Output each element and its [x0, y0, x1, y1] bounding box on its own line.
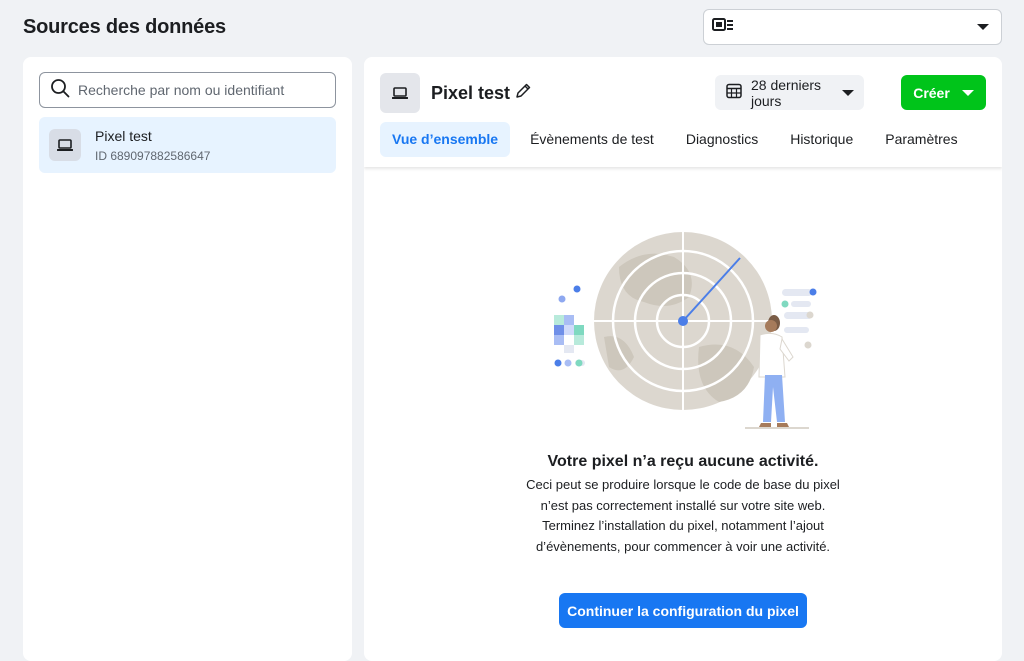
account-select[interactable]: [703, 9, 1002, 45]
tab-test-events[interactable]: Évènements de test: [518, 122, 666, 157]
pixel-tabs: Vue d’ensemble Évènements de test Diagno…: [380, 121, 978, 157]
search-input[interactable]: [78, 82, 335, 98]
create-button-label: Créer: [913, 84, 950, 101]
tab-history[interactable]: Historique: [778, 122, 865, 157]
pixel-header: Pixel test 28 derniers jours Créer Vue d…: [364, 57, 1002, 167]
sources-sidebar: Pixel test ID 689097882586647: [23, 57, 352, 661]
search-icon: [50, 78, 70, 103]
date-range-label: 28 derniers jours: [751, 76, 822, 109]
chevron-down-icon: [842, 89, 854, 96]
laptop-icon: [57, 139, 73, 151]
pixel-icon: [380, 73, 420, 113]
tab-diagnostics[interactable]: Diagnostics: [674, 122, 770, 157]
date-range-button[interactable]: 28 derniers jours: [715, 75, 864, 110]
tab-overview[interactable]: Vue d’ensemble: [380, 121, 511, 157]
empty-state-title: Votre pixel n’a reçu aucune activité.: [547, 453, 819, 470]
business-card-icon: [712, 17, 734, 38]
calendar-icon: [725, 82, 743, 103]
tab-settings[interactable]: Paramètres: [873, 122, 969, 157]
pixel-detail-panel: Pixel test 28 derniers jours Créer Vue d…: [364, 57, 1002, 661]
pencil-icon[interactable]: [514, 82, 532, 105]
radar-illustration: [554, 232, 817, 429]
page-title: Sources des données: [23, 16, 226, 38]
chevron-down-icon: [961, 89, 974, 96]
create-button[interactable]: Créer: [901, 75, 986, 110]
source-item-pixel-test[interactable]: Pixel test ID 689097882586647: [39, 117, 336, 173]
chevron-down-icon: [977, 24, 989, 30]
empty-state-description: Ceci peut se produire lorsque le code de…: [526, 477, 840, 554]
laptop-icon: [392, 87, 408, 99]
pixel-name: Pixel test: [431, 83, 511, 103]
source-item-id: ID 689097882586647: [95, 148, 211, 163]
source-item-name: Pixel test: [95, 127, 152, 144]
source-item-icon: [49, 129, 81, 161]
search-box[interactable]: [39, 72, 336, 108]
continue-setup-button[interactable]: Continuer la configuration du pixel: [559, 593, 807, 628]
